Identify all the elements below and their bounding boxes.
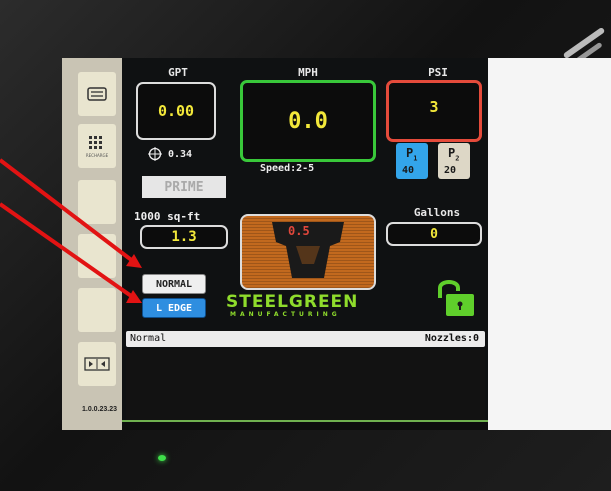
annotation-arrows	[0, 158, 142, 303]
arrow-to-normal	[0, 158, 136, 264]
arrow-to-ledge	[0, 202, 136, 300]
